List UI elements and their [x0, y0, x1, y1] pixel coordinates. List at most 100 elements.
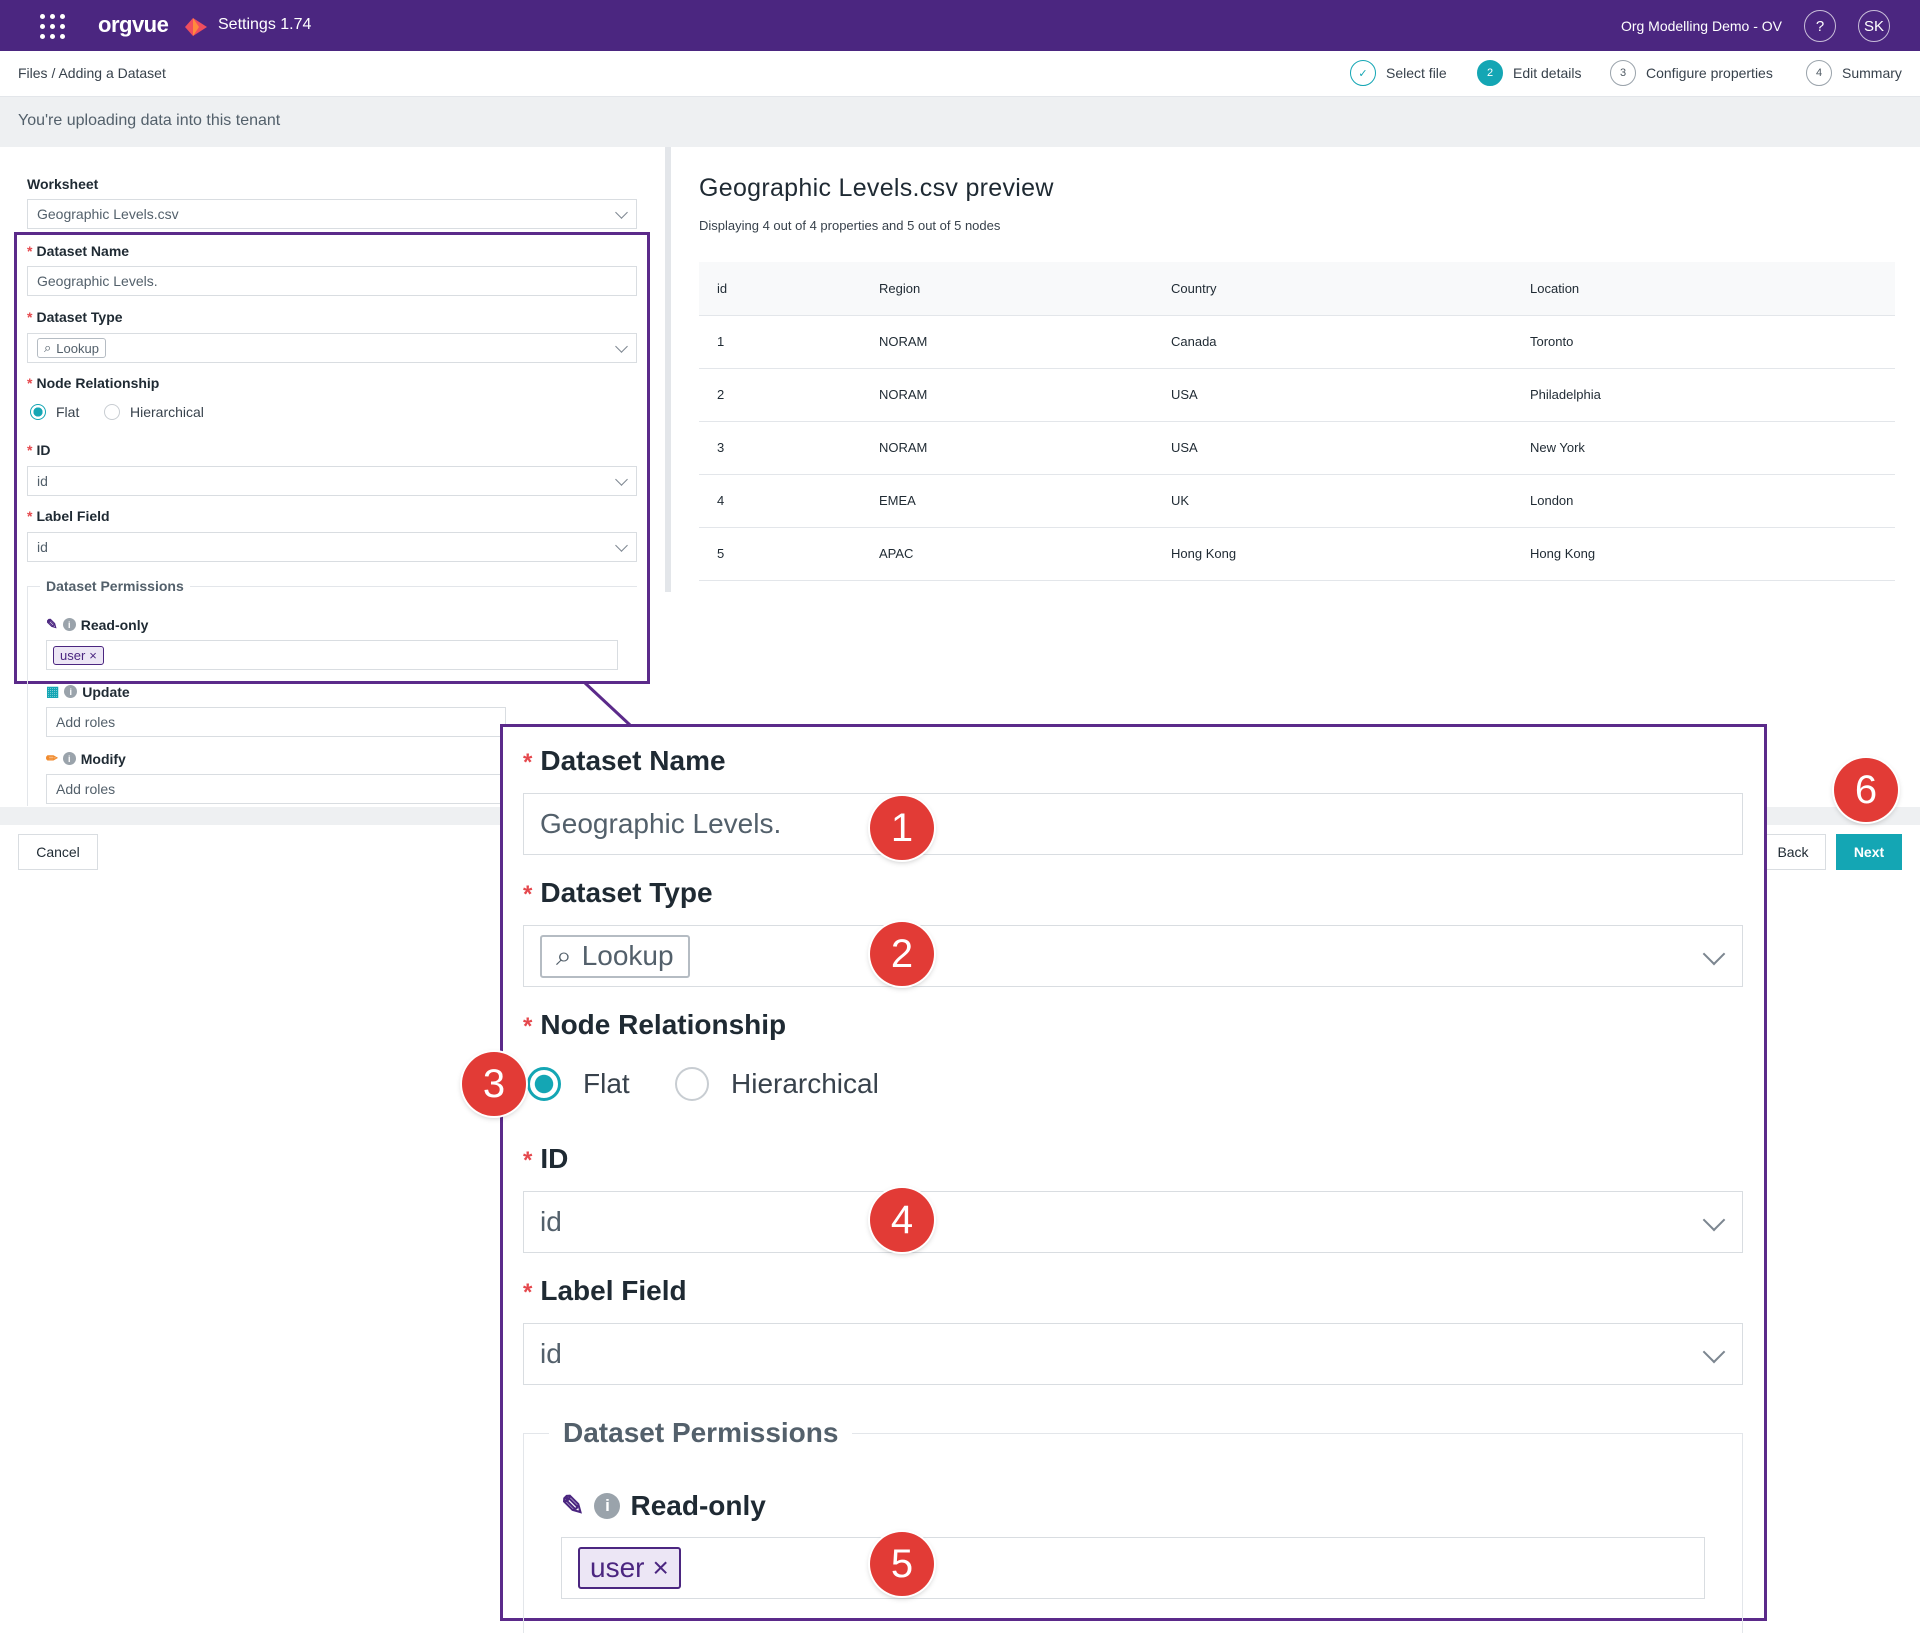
- read-only-icon: ✎: [561, 1490, 585, 1521]
- cancel-button[interactable]: Cancel: [18, 834, 98, 870]
- radio-unselected-icon: [104, 404, 120, 420]
- check-icon: ✓: [1350, 60, 1376, 86]
- top-bar: orgvue Settings 1.74 Org Modelling Demo …: [0, 0, 1920, 51]
- step-number: 2: [1477, 60, 1503, 86]
- orgvue-logo-mark-icon: [185, 18, 207, 36]
- cell: Toronto: [1512, 315, 1895, 369]
- zoom-read-only-roles-input[interactable]: user ×: [561, 1537, 1705, 1599]
- zoom-dataset-name-input[interactable]: Geographic Levels.: [523, 793, 1743, 855]
- zoom-id-select[interactable]: id: [523, 1191, 1743, 1253]
- cell: Canada: [1153, 315, 1512, 369]
- step-label: Select file: [1386, 65, 1447, 81]
- info-icon[interactable]: i: [62, 752, 76, 765]
- step-summary[interactable]: 4 Summary: [1806, 60, 1902, 86]
- read-only-roles-input[interactable]: user ×: [46, 640, 618, 670]
- table-row: 5 APAC Hong Kong Hong Kong: [699, 527, 1895, 581]
- chevron-down-icon: [1702, 942, 1726, 966]
- breadcrumb[interactable]: Files / Adding a Dataset: [18, 65, 166, 81]
- info-icon[interactable]: i: [62, 618, 76, 631]
- zoom-dataset-type-tag: ⌕ Lookup: [540, 934, 690, 978]
- zoom-permissions-fieldset: [523, 1433, 1743, 1633]
- step-select-file[interactable]: ✓ Select file: [1350, 60, 1447, 86]
- dataset-type-tag: ⌕ Lookup: [37, 338, 106, 358]
- table-header-row: id Region Country Location: [699, 262, 1895, 316]
- help-button[interactable]: ?: [1804, 10, 1836, 42]
- zoom-id-label: * ID: [523, 1143, 569, 1174]
- avatar[interactable]: SK: [1858, 10, 1890, 42]
- role-tag: user ×: [53, 645, 104, 665]
- annotation-badge-6: 6: [1834, 758, 1898, 822]
- table-row: 2 NORAM USA Philadelphia: [699, 368, 1895, 422]
- app-launcher-icon[interactable]: [40, 14, 66, 40]
- radio-selected-icon: [527, 1067, 561, 1101]
- info-icon[interactable]: i: [594, 1492, 621, 1519]
- info-icon[interactable]: i: [64, 685, 78, 698]
- cell: London: [1512, 474, 1895, 528]
- annotation-badge-1: 1: [870, 796, 934, 860]
- cell: Hong Kong: [1153, 527, 1512, 581]
- modify-label: ✏ i Modify: [46, 750, 126, 767]
- cell: New York: [1512, 421, 1895, 475]
- step-label: Configure properties: [1646, 65, 1773, 81]
- next-button[interactable]: Next: [1836, 834, 1902, 870]
- column-header: Region: [861, 262, 1153, 316]
- table-icon: ▦: [46, 683, 60, 699]
- radio-hierarchical[interactable]: Hierarchical: [104, 404, 204, 420]
- chevron-down-icon: [1702, 1208, 1726, 1232]
- cell: USA: [1153, 368, 1512, 422]
- label-field-select[interactable]: id: [27, 532, 637, 562]
- step-number: 3: [1610, 60, 1636, 86]
- cell: 1: [699, 315, 861, 369]
- back-button[interactable]: Back: [1760, 834, 1826, 870]
- annotation-badge-5: 5: [870, 1532, 934, 1596]
- worksheet-value: Geographic Levels.csv: [37, 206, 179, 222]
- panel-divider[interactable]: [665, 147, 671, 592]
- cell: EMEA: [861, 474, 1153, 528]
- zoom-radio-flat[interactable]: Flat: [527, 1067, 630, 1101]
- annotation-badge-2: 2: [870, 922, 934, 986]
- remove-tag-icon[interactable]: ×: [652, 1552, 668, 1584]
- tenant-name[interactable]: Org Modelling Demo - OV: [1621, 18, 1782, 34]
- zoom-dataset-name-label: * Dataset Name: [523, 745, 726, 776]
- dataset-name-input[interactable]: Geographic Levels.: [27, 266, 637, 296]
- step-configure-properties[interactable]: 3 Configure properties: [1610, 60, 1773, 86]
- zoom-read-only-label: ✎ i Read-only: [561, 1489, 766, 1522]
- read-only-icon: ✎: [46, 616, 58, 632]
- update-roles-input[interactable]: Add roles: [46, 707, 506, 737]
- id-select[interactable]: id: [27, 466, 637, 496]
- cell: NORAM: [861, 421, 1153, 475]
- chevron-down-icon: [615, 206, 628, 219]
- step-label: Edit details: [1513, 65, 1582, 81]
- radio-flat[interactable]: Flat: [30, 404, 79, 420]
- lookup-icon: ⌕: [556, 939, 572, 971]
- remove-tag-icon[interactable]: ×: [89, 648, 97, 663]
- dataset-name-label: * Dataset Name: [27, 243, 130, 259]
- app-title: Settings 1.74: [218, 16, 312, 33]
- brand-logo[interactable]: orgvue: [98, 12, 169, 38]
- worksheet-select[interactable]: Geographic Levels.csv: [27, 199, 637, 229]
- radio-unselected-icon: [675, 1067, 709, 1101]
- cell: NORAM: [861, 368, 1153, 422]
- dataset-type-select[interactable]: ⌕ Lookup: [27, 333, 637, 363]
- pencil-icon: ✏: [46, 750, 58, 766]
- step-edit-details[interactable]: 2 Edit details: [1477, 60, 1581, 86]
- zoom-label-field-select[interactable]: id: [523, 1323, 1743, 1385]
- modify-roles-input[interactable]: Add roles: [46, 774, 506, 804]
- chevron-down-icon: [615, 539, 628, 552]
- cell: 4: [699, 474, 861, 528]
- step-number: 4: [1806, 60, 1832, 86]
- column-header: id: [699, 262, 861, 316]
- zoom-radio-hierarchical[interactable]: Hierarchical: [675, 1067, 879, 1101]
- callout-connector: [583, 681, 632, 727]
- column-header: Country: [1153, 262, 1512, 316]
- dataset-type-label: * Dataset Type: [27, 309, 123, 325]
- radio-selected-icon: [30, 404, 46, 420]
- id-label: * ID: [27, 442, 51, 458]
- cell: UK: [1153, 474, 1512, 528]
- role-tag: user ×: [578, 1547, 681, 1589]
- preview-subtitle: Displaying 4 out of 4 properties and 5 o…: [699, 218, 1001, 233]
- banner-text: You're uploading data into this tenant: [18, 112, 281, 129]
- read-only-label: ✎ i Read-only: [46, 616, 149, 633]
- cell: 5: [699, 527, 861, 581]
- zoom-dataset-type-select[interactable]: ⌕ Lookup: [523, 925, 1743, 987]
